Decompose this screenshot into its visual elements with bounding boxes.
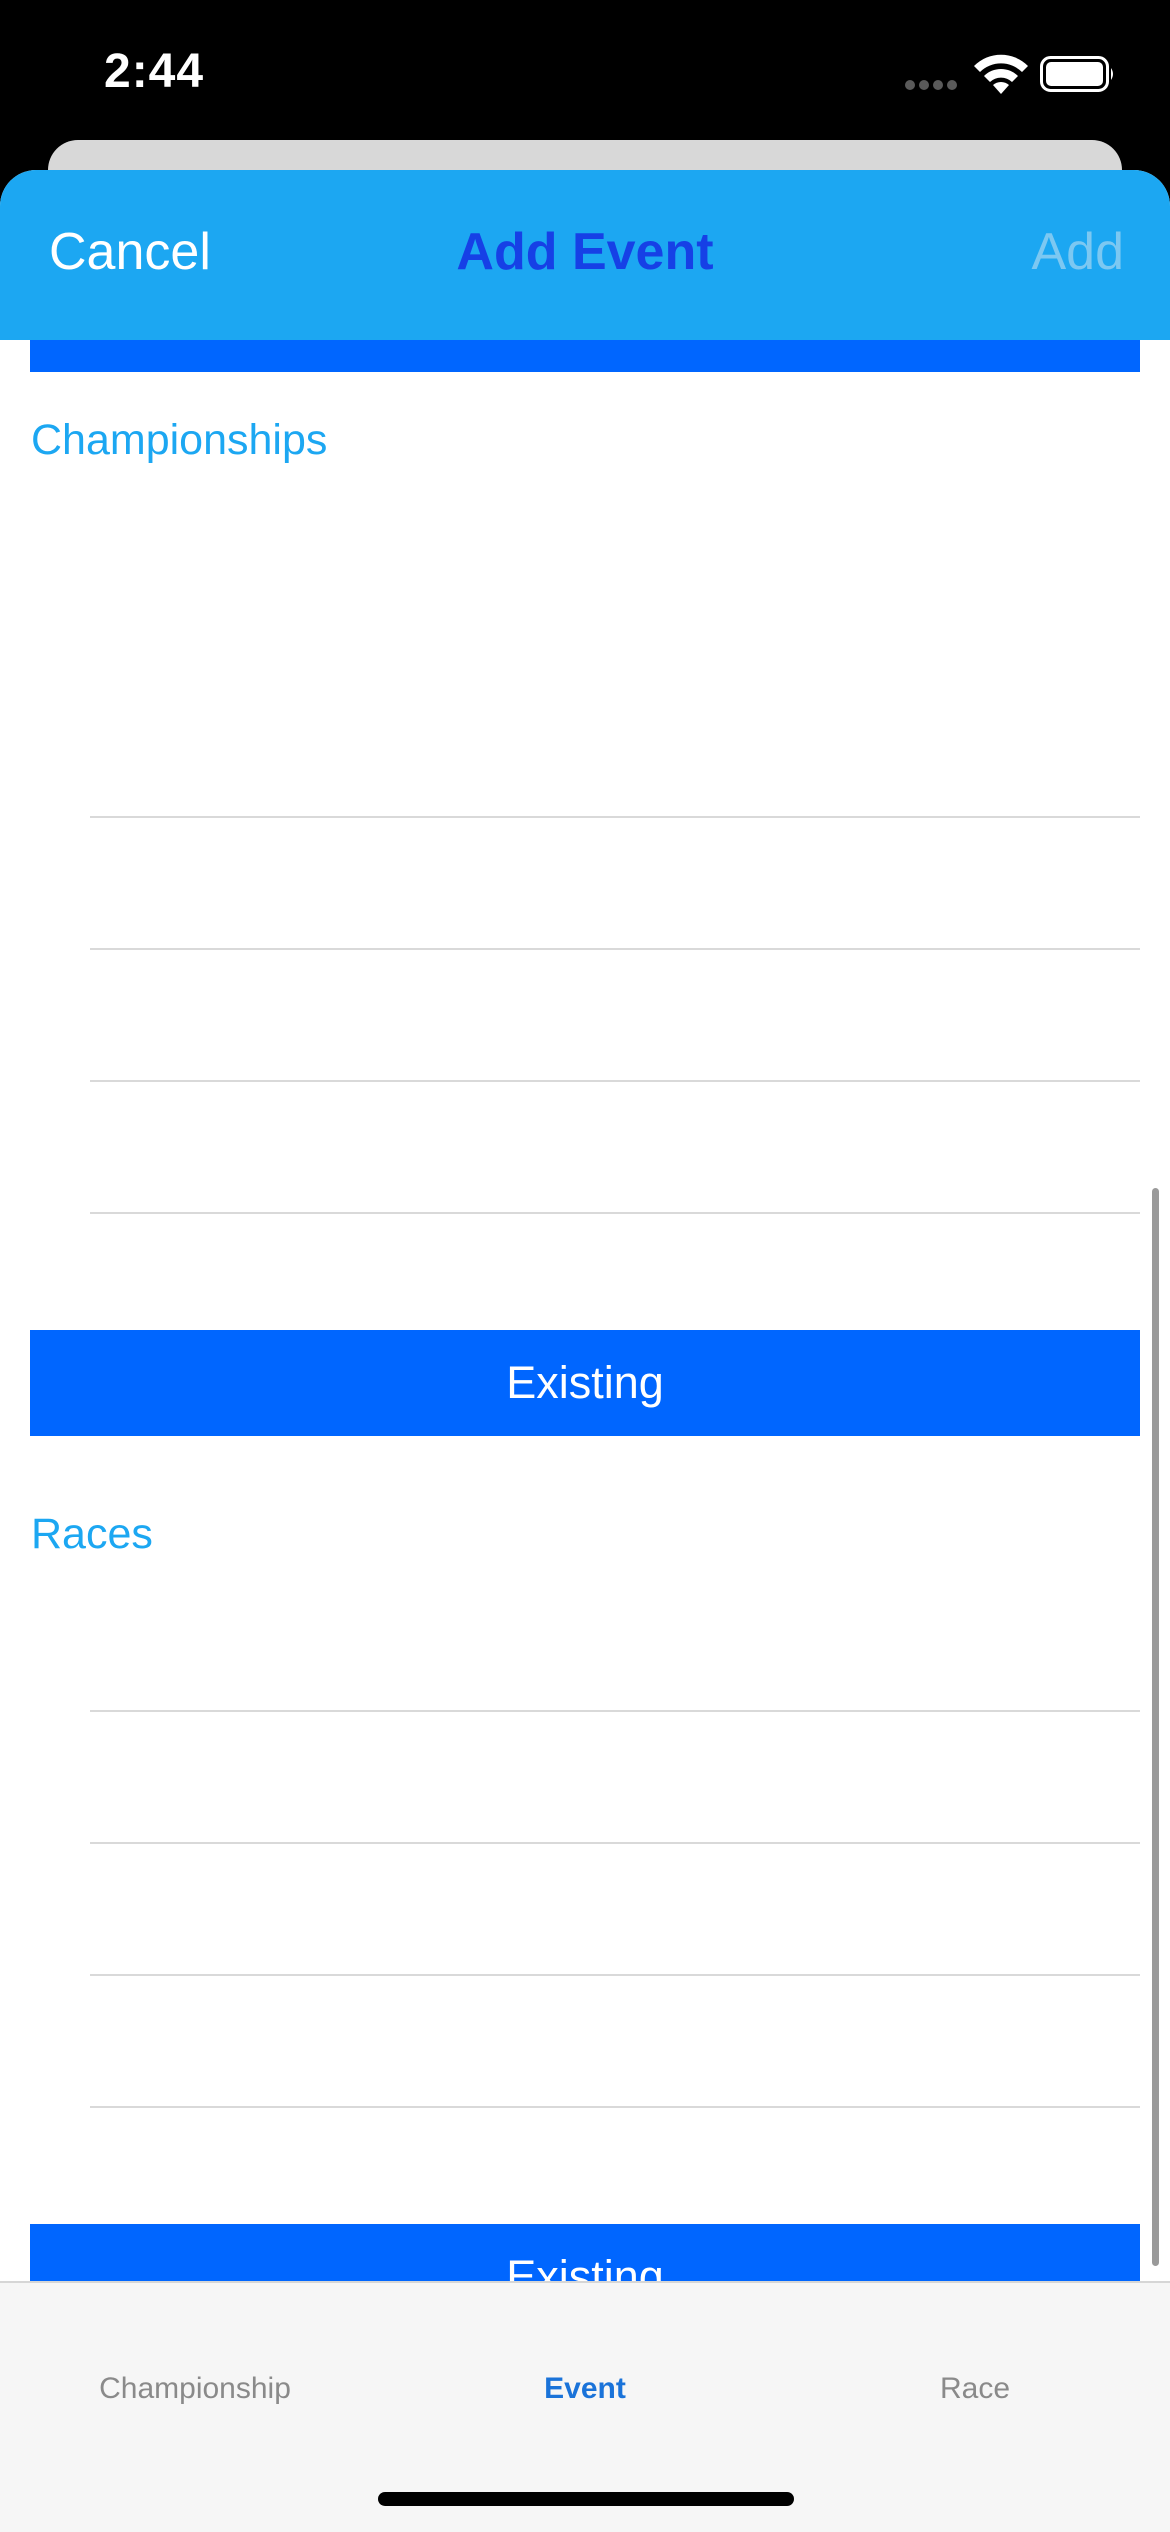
vertical-scrollbar[interactable] (1152, 1188, 1159, 2266)
status-bar: 2:44 (0, 0, 1170, 140)
add-event-sheet: Cancel Add Event Add Championships Exist… (0, 170, 1170, 2532)
race-row-4[interactable] (90, 2106, 1140, 2108)
previous-existing-button[interactable] (30, 340, 1140, 372)
add-button[interactable]: Add (1031, 222, 1124, 282)
championship-row-4[interactable] (90, 1212, 1140, 1214)
tab-championship[interactable]: Championship (0, 2372, 390, 2406)
form-content[interactable]: Championships Existing Races Existing (0, 340, 1170, 2282)
wifi-icon (974, 54, 1028, 94)
page-title: Add Event (456, 223, 714, 281)
existing-race-button[interactable]: Existing (30, 2224, 1140, 2282)
race-row-3[interactable] (90, 1974, 1140, 1976)
tab-event[interactable]: Event (390, 2372, 780, 2406)
section-header-championships: Championships (31, 416, 328, 464)
race-row-1[interactable] (90, 1710, 1140, 1712)
championship-row-1[interactable] (90, 816, 1140, 818)
battery-icon (1040, 56, 1113, 92)
existing-championship-button[interactable]: Existing (30, 1330, 1140, 1436)
screen: 2:44 Cancel Add Event Add Championships … (0, 0, 1170, 2532)
status-time: 2:44 (104, 45, 205, 98)
signal-dots-icon (905, 80, 957, 92)
tab-race[interactable]: Race (780, 2372, 1170, 2406)
race-row-2[interactable] (90, 1842, 1140, 1844)
home-indicator[interactable] (378, 2492, 794, 2506)
navigation-bar: Cancel Add Event Add (0, 170, 1170, 340)
championship-row-3[interactable] (90, 1080, 1140, 1082)
section-header-races: Races (31, 1510, 153, 1558)
cancel-button[interactable]: Cancel (49, 222, 211, 282)
championship-row-2[interactable] (90, 948, 1140, 950)
